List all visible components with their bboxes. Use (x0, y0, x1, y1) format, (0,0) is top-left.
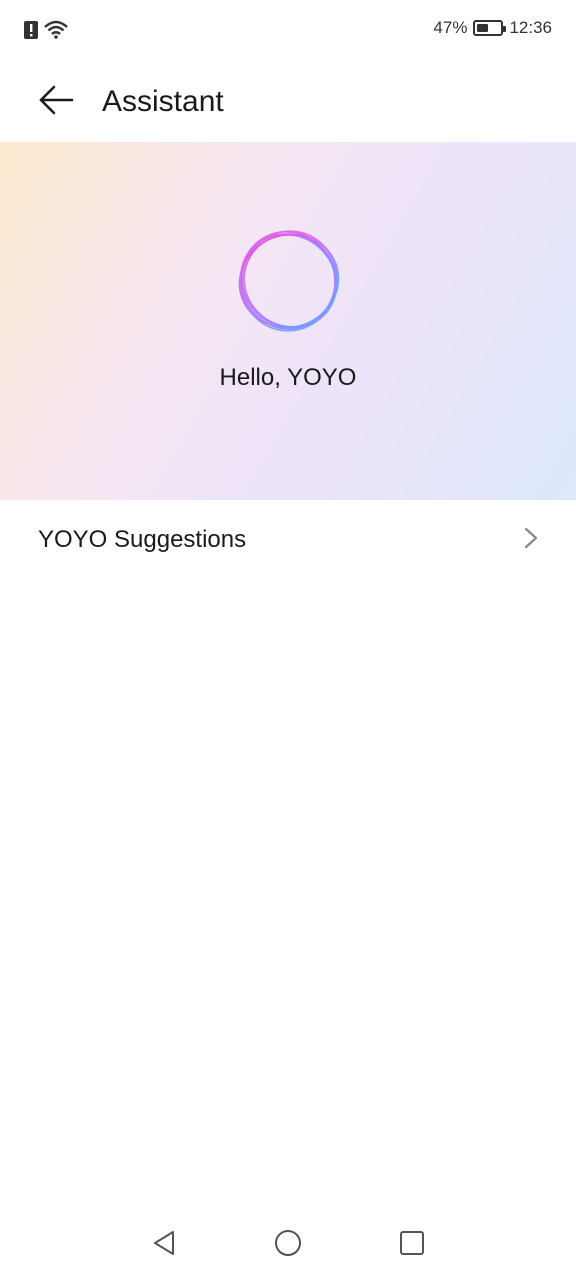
status-bar: 47% 12:36 (0, 0, 576, 62)
battery-icon (473, 20, 507, 36)
page-title: Assistant (102, 85, 224, 118)
assistant-hero: Hello, YOYO (0, 142, 576, 500)
clock: 12:36 (509, 18, 552, 37)
status-right: 47% 12:36 (433, 18, 552, 38)
chevron-right-icon (524, 527, 538, 554)
assistant-orb-icon (230, 222, 348, 340)
back-button[interactable] (24, 70, 88, 134)
assistant-greeting: Hello, YOYO (219, 364, 357, 391)
system-nav-bar (0, 1210, 576, 1280)
nav-back-button[interactable] (147, 1228, 181, 1262)
status-left (24, 20, 68, 45)
list-item-label: YOYO Suggestions (38, 526, 247, 553)
back-triangle-icon (151, 1229, 177, 1262)
alert-icon (24, 21, 38, 44)
home-circle-icon (274, 1229, 302, 1262)
recents-square-icon (399, 1230, 425, 1261)
yoyo-suggestions-item[interactable]: YOYO Suggestions (0, 500, 576, 580)
battery-percent: 47% (433, 18, 468, 37)
back-arrow-icon (38, 84, 74, 121)
nav-recents-button[interactable] (395, 1228, 429, 1262)
nav-home-button[interactable] (271, 1228, 305, 1262)
battery-level-fill (477, 24, 488, 32)
app-header: Assistant (0, 62, 576, 142)
wifi-icon (44, 20, 68, 45)
